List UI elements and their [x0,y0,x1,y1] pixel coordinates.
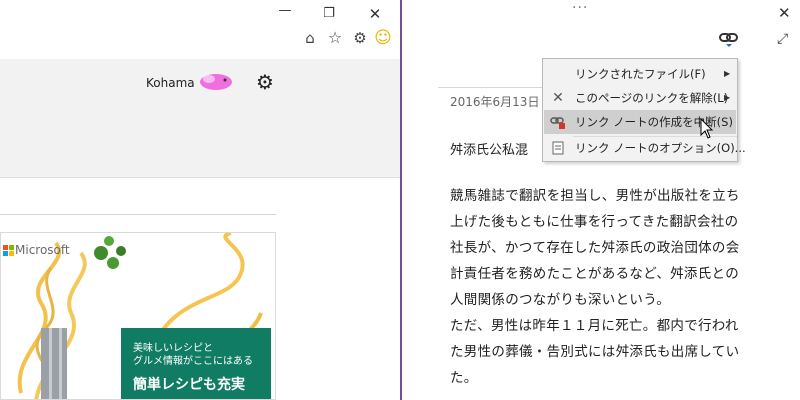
ad-brand: Microsoft [15,243,70,257]
close-icon[interactable]: ✕ [366,6,384,22]
tools-gear-icon[interactable]: ⚙ [350,28,370,48]
menu-item-linked-files[interactable]: リンクされたファイル(F) ▶ [544,62,736,86]
ad-line-1: 美味しいレシピと [133,343,213,354]
feedback-smiley-icon[interactable]: ☺ [373,28,393,48]
restore-icon[interactable]: ❐ [320,6,338,22]
ad-headline: 簡単レシピも充実 [133,377,245,393]
menu-item-label: このページのリンクを解除(L) [575,91,729,105]
menu-item-unlink-page[interactable]: ✕ このページのリンクを解除(L) ▶ [544,86,736,110]
note-line: 人間関係のつながりも深いという。 [450,292,670,308]
pause-link-icon [550,117,565,129]
user-name[interactable]: Kohama [146,76,195,90]
settings-gear-icon[interactable]: ⚙ [253,70,277,94]
submenu-arrow-icon: ▶ [724,69,731,78]
favorites-star-icon[interactable]: ☆ [325,28,345,48]
submenu-arrow-icon: ▶ [724,93,731,102]
note-line: 競馬雑誌で翻訳を担当し、男性が出版社を立ち [450,188,740,204]
expand-icon[interactable]: ⤢ [777,31,788,47]
note-line: 社長が、かつて存在した舛添氏の政治団体の会 [450,240,740,256]
drag-handle-icon[interactable]: ··· [572,0,588,16]
screen: — ❐ ✕ ⌂ ☆ ⚙ ☺ Kohama ⚙ Microsoft 美味しいレシピ… [0,0,800,400]
note-line: 上げた後もともに仕事を行ってきた翻訳会社の [450,214,739,230]
note-line: た。 [450,370,478,386]
note-body[interactable]: 競馬雑誌で翻訳を担当し、男性が出版社を立ち 上げた後もともに仕事を行ってきた翻訳… [450,183,770,391]
note-title[interactable]: 舛添氏公私混 [450,139,528,158]
browser-window: — ❐ ✕ ⌂ ☆ ⚙ ☺ Kohama ⚙ Microsoft 美味しいレシピ… [0,0,400,400]
context-menu: リンクされたファイル(F) ▶ ✕ このページのリンクを解除(L) ▶ リンク … [542,58,746,162]
note-line: た男性の葬儀・告別式には舛添氏も出席してい [450,344,740,360]
date-rule [438,87,548,88]
close-icon[interactable]: ✕ [778,4,791,22]
menu-item-label: リンクされたファイル(F) [575,67,706,81]
x-icon: ✕ [552,90,564,106]
note-line: 計責任者を務めたことがあるなど、舛添氏との [450,266,739,282]
avatar[interactable] [197,70,235,94]
home-icon[interactable]: ⌂ [300,28,320,48]
minimize-icon[interactable]: — [276,3,294,19]
divider [0,214,276,215]
advertisement[interactable]: Microsoft 美味しいレシピと グルメ情報がここにはある 簡単レシピも充実 [0,232,276,400]
ad-line-2: グルメ情報がここにはある [133,356,253,367]
note-line: ただ、男性は昨年１１月に死亡。都内で行われ [450,318,739,334]
linked-notes-icon[interactable] [718,30,740,48]
microsoft-logo-icon [3,245,15,257]
mouse-cursor-icon [700,118,714,139]
ad-text-box[interactable]: 美味しいレシピと グルメ情報がここにはある 簡単レシピも充実 [121,328,271,399]
menu-item-label: リンク ノートのオプション(O)... [575,141,746,155]
note-date: 2016年6月13日 [450,95,540,109]
options-icon [552,141,564,155]
